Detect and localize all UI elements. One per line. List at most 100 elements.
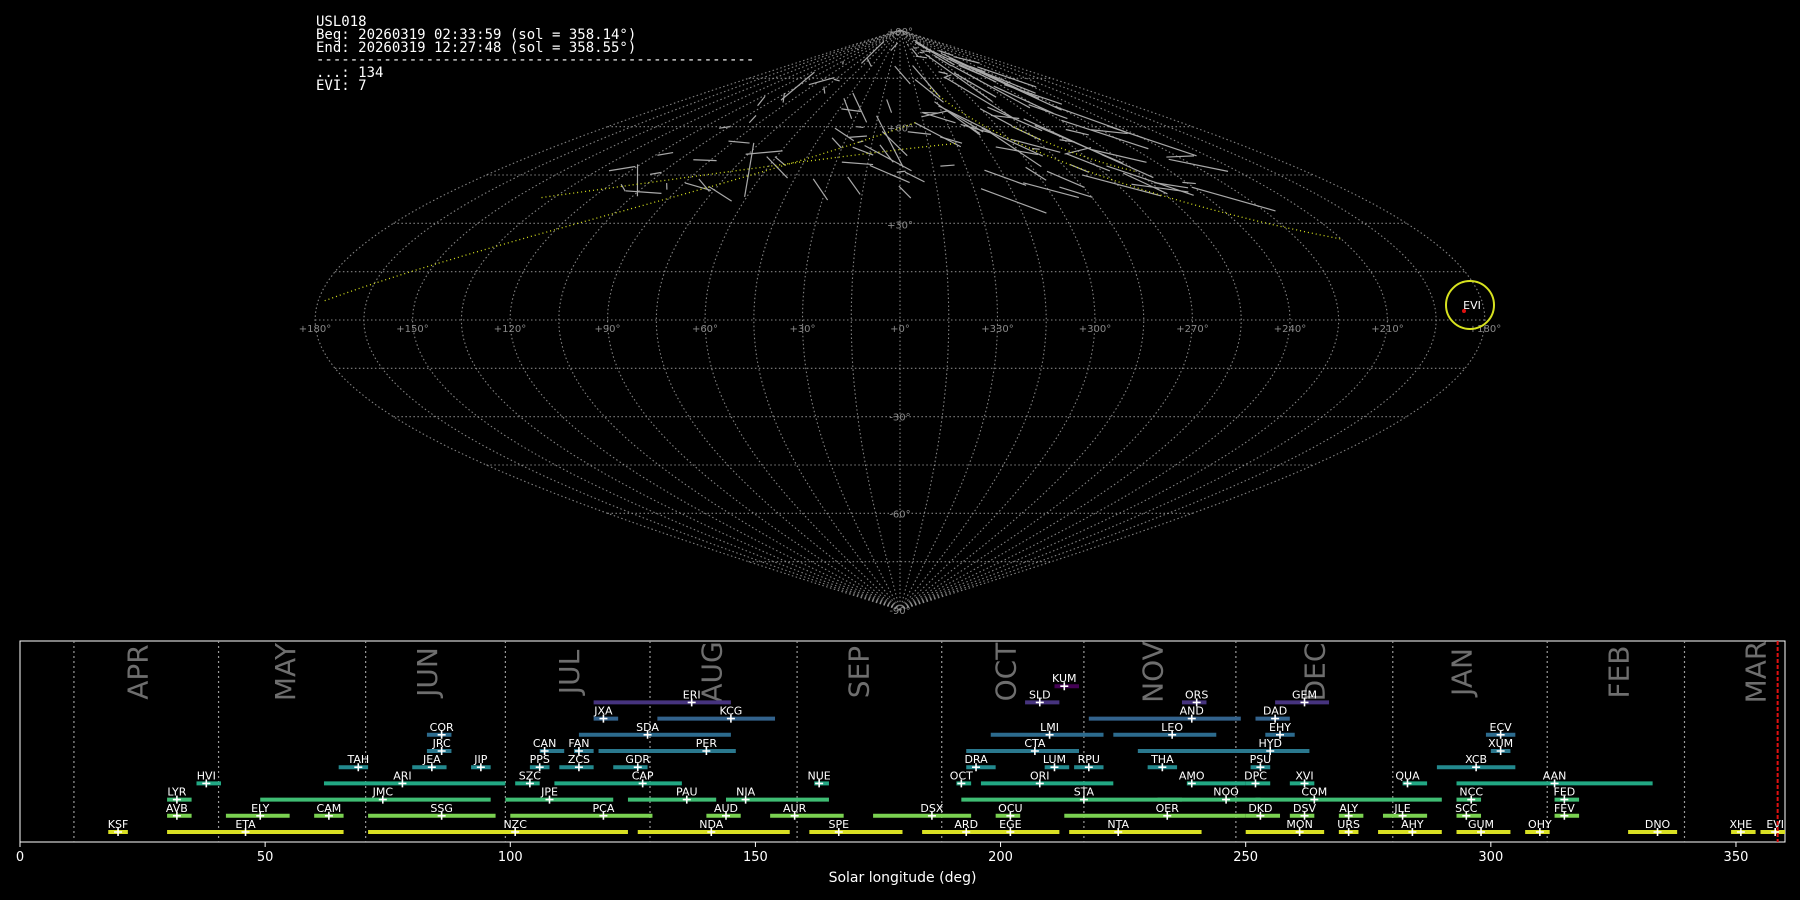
meteor-trail: [1106, 165, 1194, 196]
shower-label: COM: [1301, 786, 1327, 799]
shower-peak-marker: [722, 811, 730, 820]
shower-peak-marker: [1560, 795, 1569, 804]
shower-label: PER: [696, 737, 718, 750]
shower-peak-marker: [172, 811, 181, 820]
meteor-trail: [843, 98, 853, 119]
month-label: JUL: [553, 649, 586, 696]
shower-peak-marker: [1300, 811, 1309, 820]
shower-peak-marker: [1771, 828, 1780, 836]
shower-peak-marker: [1496, 730, 1505, 739]
shower-peak-marker: [599, 714, 608, 723]
shower-label: DSV: [1293, 802, 1316, 815]
lon-tick-label: +210°: [1371, 324, 1403, 335]
x-tick-label: 300: [1478, 850, 1503, 865]
lat-tick-label: +90°: [887, 27, 913, 38]
shower-label: XUM: [1488, 737, 1513, 750]
meteor-trail: [869, 164, 910, 184]
shower-peak-marker: [1403, 779, 1412, 788]
shower-peak-marker: [1006, 828, 1015, 836]
meteor-trail: [938, 71, 948, 75]
shower-label: CAM: [317, 802, 342, 815]
shower-label: ERI: [683, 688, 701, 701]
shower-peak-marker: [643, 730, 652, 739]
month-label: APR: [122, 644, 155, 700]
shower-label: THA: [1150, 753, 1174, 766]
shower-peak-marker: [707, 828, 716, 836]
meteor-trail: [847, 176, 861, 195]
meteor-trail: [1025, 166, 1047, 181]
shower-peak-marker: [815, 779, 824, 788]
shower-label: DKD: [1248, 802, 1272, 815]
shower-peak-marker: [972, 763, 981, 772]
meteor-trail: [1028, 104, 1068, 120]
shower-peak-marker: [1408, 828, 1417, 836]
shower-label: STA: [1074, 786, 1095, 799]
meteor-trail: [625, 190, 662, 194]
x-tick-label: 350: [1724, 850, 1749, 865]
shower-peak-marker: [962, 828, 971, 836]
shower-peak-marker: [1496, 747, 1505, 755]
shower-label: JEA: [422, 753, 441, 766]
lon-tick-label: +90°: [594, 324, 620, 335]
month-label: MAY: [269, 642, 302, 701]
shower-label: PCA: [593, 802, 615, 815]
meteor-trail: [782, 92, 786, 103]
meteor-trail: [834, 127, 855, 142]
meteor-trail: [914, 79, 944, 103]
shower-label: PPS: [530, 753, 550, 766]
shower-peak-marker: [1256, 811, 1265, 820]
shower-peak-marker: [1060, 682, 1069, 691]
shower-peak-marker: [1006, 811, 1015, 820]
shower-peak-marker: [1114, 828, 1123, 836]
shower-label: EGE: [999, 818, 1021, 831]
shower-label: CAN: [533, 737, 556, 750]
shower-peak-marker: [1271, 714, 1280, 723]
meteor-trail: [780, 71, 815, 101]
shower-peak-marker: [1300, 698, 1309, 707]
meteor-trail: [866, 58, 872, 67]
shower-peak-marker: [1472, 763, 1481, 772]
shower-label: NCC: [1459, 786, 1483, 799]
shower-label: ALY: [1339, 802, 1358, 815]
shower-label: SDA: [636, 721, 659, 734]
shower-peak-marker: [114, 828, 123, 836]
shower-peak-marker: [1035, 779, 1044, 788]
shower-label: AVB: [166, 802, 188, 815]
shower-peak-marker: [1344, 828, 1353, 836]
shower-peak-marker: [1467, 795, 1476, 804]
shower-peak-marker: [638, 779, 647, 788]
shower-peak-marker: [1344, 811, 1353, 820]
meteor-trail: [833, 78, 840, 82]
shower-peak-marker: [437, 747, 446, 755]
shower-label: JRC: [432, 737, 451, 750]
lon-tick-label: +60°: [692, 324, 718, 335]
shower-peak-marker: [172, 795, 181, 804]
evi-tracks: [324, 87, 1342, 302]
shower-label: JPE: [540, 786, 558, 799]
shower-peak-marker: [1462, 811, 1471, 820]
shower-label: KCG: [719, 705, 742, 718]
shower-label: HYD: [1258, 737, 1281, 750]
shower-peak-marker: [702, 747, 711, 755]
month-label: DEC: [1298, 643, 1331, 702]
month-label: SEP: [842, 646, 875, 698]
shower-label: SLD: [1029, 688, 1051, 701]
meteor-trail: [1166, 155, 1195, 158]
shower-label: NUE: [808, 769, 831, 782]
shower-label: AUD: [714, 802, 738, 815]
evi-track: [929, 87, 1342, 240]
shower-label: JXA: [593, 705, 613, 718]
shower-peak-marker: [1477, 828, 1486, 836]
shower-label: OCT: [950, 769, 973, 782]
shower-peak-marker: [1187, 714, 1196, 723]
shower-peak-marker: [1300, 779, 1309, 788]
shower-peak-marker: [1079, 795, 1088, 804]
lon-tick-label: +270°: [1176, 324, 1208, 335]
shower-peak-marker: [511, 828, 520, 836]
shower-peak-marker: [790, 811, 799, 820]
meteor-trail: [886, 99, 893, 113]
shower-label: AAN: [1543, 769, 1567, 782]
meteor-trail: [708, 186, 732, 202]
meteor-trail: [620, 183, 626, 192]
shower-peak-marker: [1653, 828, 1662, 836]
